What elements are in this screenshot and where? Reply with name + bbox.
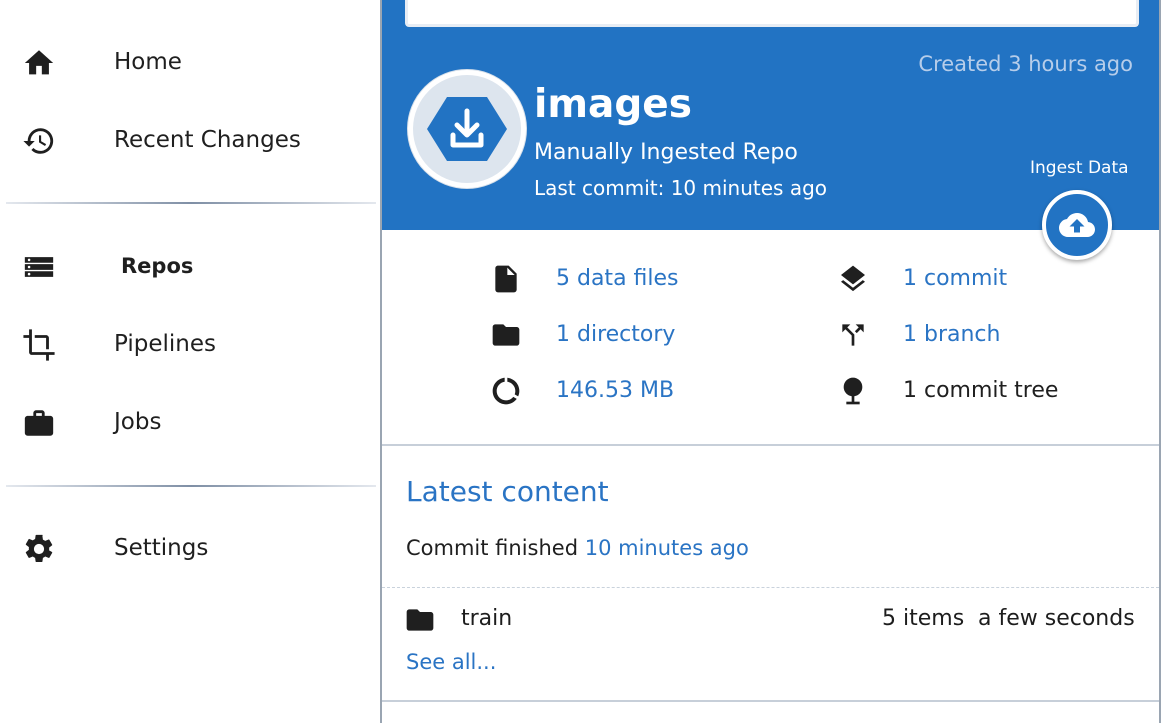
repo-detail-panel: Created 3 hours ago images Manually Inge… — [380, 0, 1161, 723]
sidebar-divider — [6, 202, 376, 204]
repo-stats: 5 data files 1 directory 146.53 MB 1 com… — [382, 232, 1159, 446]
gear-icon — [25, 534, 53, 563]
previous-card-edge — [405, 0, 1139, 27]
file-name: train — [461, 606, 513, 631]
home-icon — [24, 50, 54, 75]
sidebar-item-jobs[interactable]: Jobs — [0, 394, 380, 450]
ingest-data-label: Ingest Data — [1030, 158, 1129, 178]
data-files-link[interactable]: 5 data files — [556, 259, 679, 299]
branch-icon — [842, 324, 864, 346]
briefcase-icon — [24, 410, 54, 436]
commit-tree-value: 1 commit tree — [903, 378, 1059, 403]
sidebar: Home Recent Changes Repos Pipelines Jobs… — [0, 0, 380, 723]
file-age: a few seconds — [978, 606, 1135, 631]
repo-avatar — [407, 69, 527, 189]
size-link[interactable]: 146.53 MB — [556, 371, 674, 411]
folder-icon — [406, 609, 434, 631]
sidebar-item-recent-changes[interactable]: Recent Changes — [0, 112, 380, 168]
created-timestamp: Created 3 hours ago — [918, 52, 1133, 76]
latest-content-title: Latest content — [406, 475, 609, 508]
sidebar-item-repos[interactable]: Repos — [0, 238, 380, 294]
tree-icon — [843, 377, 863, 405]
sidebar-item-label: Recent Changes — [114, 127, 301, 153]
sidebar-item-pipelines[interactable]: Pipelines — [0, 316, 380, 372]
branches-link[interactable]: 1 branch — [903, 315, 1000, 355]
sidebar-divider — [6, 485, 376, 487]
sidebar-item-label: Jobs — [114, 409, 162, 435]
sidebar-item-label: Pipelines — [114, 331, 216, 357]
sidebar-item-settings[interactable]: Settings — [0, 520, 380, 576]
last-commit-time: Last commit: 10 minutes ago — [534, 176, 828, 200]
repo-header: Created 3 hours ago images Manually Inge… — [382, 0, 1159, 230]
repo-name: images — [534, 82, 692, 127]
sidebar-item-label: Home — [114, 49, 182, 75]
section-divider — [382, 700, 1159, 702]
table-row[interactable]: train 5 items a few seconds — [382, 596, 1159, 642]
commits-link[interactable]: 1 commit — [903, 259, 1007, 299]
row-divider — [382, 587, 1159, 588]
directories-link[interactable]: 1 directory — [556, 315, 675, 355]
donut-chart-icon — [492, 377, 520, 405]
file-item-count: 5 items — [882, 606, 965, 631]
history-icon — [23, 128, 54, 154]
ingest-repo-icon — [427, 97, 507, 161]
commit-status-label: Commit finished — [406, 536, 579, 560]
sidebar-item-label: Settings — [114, 535, 209, 561]
folder-icon — [492, 324, 520, 346]
repos-list-icon — [24, 257, 54, 277]
crop-pipeline-icon — [23, 329, 55, 361]
repo-type: Manually Ingested Repo — [534, 140, 798, 165]
commit-status: Commit finished 10 minutes ago — [406, 536, 749, 560]
see-all-link[interactable]: See all... — [406, 650, 496, 674]
sidebar-item-label: Repos — [121, 254, 194, 278]
commit-time-link[interactable]: 10 minutes ago — [585, 536, 749, 560]
file-icon — [495, 265, 517, 293]
sidebar-item-home[interactable]: Home — [0, 34, 380, 90]
layers-icon — [841, 265, 865, 292]
